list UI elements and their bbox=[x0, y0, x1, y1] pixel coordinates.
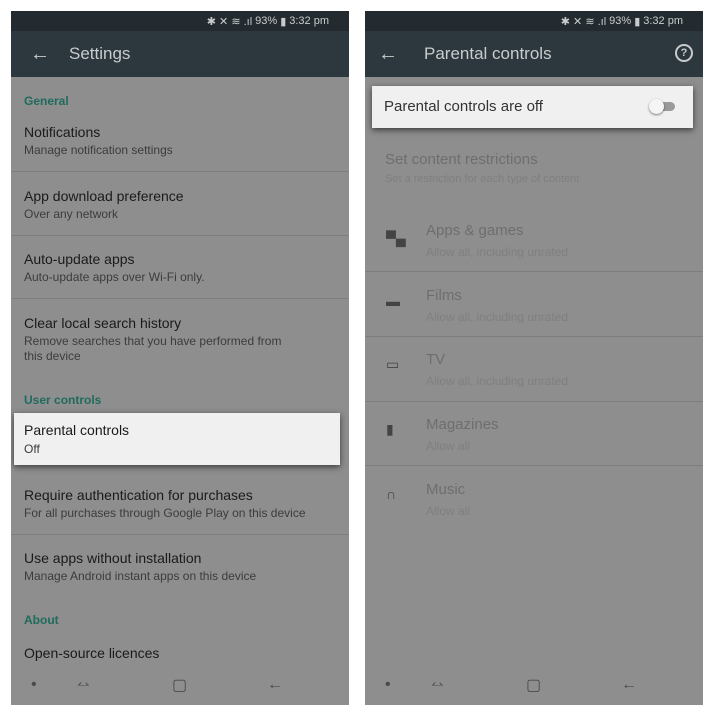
page-title: Parental controls bbox=[424, 44, 552, 63]
setting-parental-controls[interactable]: Parental controls Off bbox=[14, 413, 340, 465]
tv-icon: ▭ bbox=[386, 356, 400, 372]
content-restrictions-header: Set content restrictions Set a restricti… bbox=[365, 151, 703, 191]
item-title: App download preference bbox=[24, 188, 184, 204]
item-subtitle: Over any network bbox=[24, 207, 119, 221]
divider bbox=[11, 534, 349, 535]
category-films[interactable]: ▬ Films Allow all, including unrated bbox=[365, 287, 703, 337]
section-user-controls: User controls bbox=[24, 393, 102, 407]
item-title: Apps & games bbox=[426, 222, 524, 239]
item-title: Parental controls bbox=[24, 422, 130, 438]
item-subtitle: Allow all, including unrated bbox=[426, 245, 569, 259]
status-bar: ✱ ✕ ≋ .ıl 93% ▮ 3:32 pm bbox=[365, 11, 703, 31]
item-title: Set content restrictions bbox=[385, 151, 538, 168]
battery-level: 93% bbox=[609, 15, 632, 27]
category-apps-games[interactable]: ▀▄ Apps & games Allow all, including unr… bbox=[365, 222, 703, 272]
category-music[interactable]: ∩ Music Allow all bbox=[365, 481, 703, 531]
battery-icon: ▮ bbox=[280, 15, 287, 28]
clock: 3:32 pm bbox=[289, 15, 329, 27]
item-subtitle: For all purchases through Google Play on… bbox=[24, 506, 306, 520]
back-arrow-icon[interactable]: ← bbox=[365, 43, 411, 66]
item-subtitle: Allow all, including unrated bbox=[426, 310, 569, 324]
settings-screen: ✱ ✕ ≋ .ıl 93% ▮ 3:32 pm ← Settings Gener… bbox=[11, 11, 349, 705]
home-icon[interactable]: ▢ bbox=[526, 675, 541, 695]
section-about: About bbox=[24, 613, 59, 627]
section-general: General bbox=[24, 94, 69, 108]
item-subtitle: Allow all bbox=[426, 504, 471, 518]
item-title: Music bbox=[426, 481, 466, 498]
category-tv[interactable]: ▭ TV Allow all, including unrated bbox=[365, 351, 703, 401]
back-arrow-icon[interactable]: ← bbox=[11, 43, 69, 66]
item-subtitle: Allow all, including unrated bbox=[426, 374, 569, 388]
item-subtitle: Set a restriction for each type of conte… bbox=[385, 173, 580, 185]
parental-controls-screen: ✱ ✕ ≋ .ıl 93% ▮ 3:32 pm ← Parental contr… bbox=[365, 11, 703, 705]
divider bbox=[365, 336, 703, 337]
magazine-icon: ▮ bbox=[386, 421, 394, 437]
home-icon[interactable]: ▢ bbox=[172, 675, 187, 695]
setting-app-download-preference[interactable]: App download preference Over any network bbox=[11, 186, 349, 236]
setting-instant-apps[interactable]: Use apps without installation Manage And… bbox=[11, 548, 349, 598]
item-subtitle: Allow all bbox=[426, 439, 471, 453]
parental-controls-toggle-row[interactable]: Parental controls are off bbox=[372, 86, 693, 128]
nav-bar: • ⥎ ▢ ← bbox=[11, 665, 349, 705]
parental-controls-switch[interactable] bbox=[649, 99, 675, 114]
item-title: Notifications bbox=[24, 124, 101, 140]
item-subtitle: Remove searches that you have performed … bbox=[24, 334, 282, 363]
divider bbox=[365, 271, 703, 272]
film-icon: ▬ bbox=[386, 293, 400, 309]
item-subtitle: Off bbox=[24, 442, 40, 456]
divider bbox=[11, 235, 349, 236]
nav-bar: • ⥎ ▢ ← bbox=[365, 665, 703, 705]
setting-clear-search-history[interactable]: Clear local search history Remove search… bbox=[11, 313, 349, 373]
divider bbox=[365, 465, 703, 466]
setting-require-authentication[interactable]: Require authentication for purchases For… bbox=[11, 485, 349, 535]
item-title: Use apps without installation bbox=[24, 550, 202, 566]
item-title: Magazines bbox=[426, 416, 499, 433]
item-subtitle: Manage Android instant apps on this devi… bbox=[24, 569, 257, 583]
setting-auto-update-apps[interactable]: Auto-update apps Auto-update apps over W… bbox=[11, 249, 349, 299]
battery-icon: ▮ bbox=[634, 15, 641, 28]
category-magazines[interactable]: ▮ Magazines Allow all bbox=[365, 416, 703, 466]
recents-icon[interactable]: ⥎ bbox=[431, 676, 444, 694]
status-icons: ✱ ✕ ≋ .ıl bbox=[560, 15, 607, 28]
setting-notifications[interactable]: Notifications Manage notification settin… bbox=[11, 122, 349, 172]
battery-level: 93% bbox=[255, 15, 278, 27]
item-subtitle: Auto-update apps over Wi-Fi only. bbox=[24, 270, 205, 284]
divider bbox=[365, 401, 703, 402]
dot-icon[interactable]: • bbox=[31, 676, 37, 694]
app-bar: ← Parental controls ? bbox=[365, 31, 703, 77]
setting-open-source-licences[interactable]: Open-source licences bbox=[11, 643, 349, 665]
item-title: Films bbox=[426, 287, 462, 304]
status-icons: ✱ ✕ ≋ .ıl bbox=[206, 15, 253, 28]
divider bbox=[11, 298, 349, 299]
item-title: Auto-update apps bbox=[24, 251, 135, 267]
page-title: Settings bbox=[69, 44, 131, 63]
app-bar: ← Settings bbox=[11, 31, 349, 77]
clock: 3:32 pm bbox=[643, 15, 683, 27]
back-icon[interactable]: ← bbox=[267, 676, 283, 694]
dot-icon[interactable]: • bbox=[385, 676, 391, 694]
recents-icon[interactable]: ⥎ bbox=[77, 676, 90, 694]
item-title: Require authentication for purchases bbox=[24, 487, 253, 503]
help-icon[interactable]: ? bbox=[675, 44, 693, 62]
item-title: TV bbox=[426, 351, 446, 368]
status-bar: ✱ ✕ ≋ .ıl 93% ▮ 3:32 pm bbox=[11, 11, 349, 31]
item-subtitle: Manage notification settings bbox=[24, 143, 173, 157]
item-title: Clear local search history bbox=[24, 315, 182, 331]
toggle-label: Parental controls are off bbox=[384, 98, 543, 115]
headphones-icon: ∩ bbox=[386, 486, 397, 502]
android-icon: ▀▄ bbox=[386, 230, 406, 246]
item-title: Open-source licences bbox=[24, 645, 160, 661]
divider bbox=[11, 171, 349, 172]
back-icon[interactable]: ← bbox=[621, 676, 637, 694]
